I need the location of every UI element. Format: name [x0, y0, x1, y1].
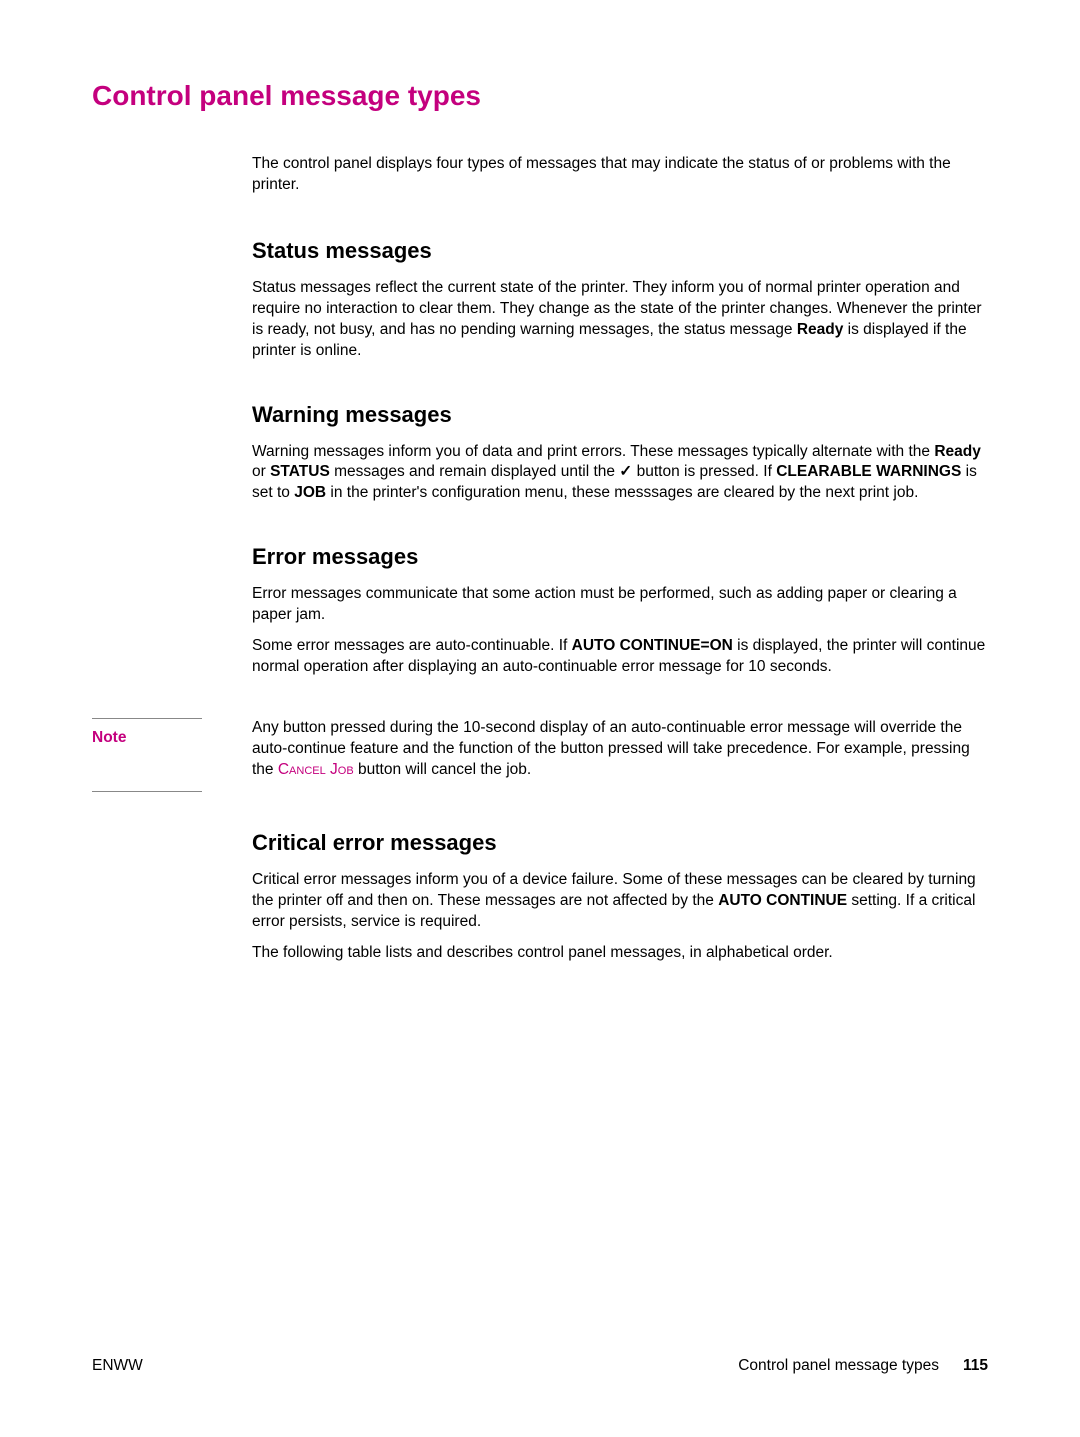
status-messages-heading: Status messages	[252, 238, 988, 264]
warning-text-ready: Ready	[934, 443, 981, 460]
status-messages-body: Status messages reflect the current stat…	[252, 278, 988, 362]
error-text-autocontinue: AUTO CONTINUE=ON	[572, 637, 733, 654]
footer-section-name: Control panel message types	[738, 1357, 939, 1375]
warning-text-e: messages and remain displayed until the	[330, 463, 620, 480]
footer-left: ENWW	[92, 1357, 143, 1375]
page-title: Control panel message types	[92, 80, 988, 112]
note-label-column: Note	[92, 718, 252, 792]
note-label: Note	[92, 718, 202, 792]
warning-text-g: button is pressed. If	[632, 463, 776, 480]
status-text-ready: Ready	[797, 321, 844, 338]
error-text-p2a: Some error messages are auto-continuable…	[252, 637, 572, 654]
critical-text-p2: The following table lists and describes …	[252, 943, 988, 964]
check-icon: ✓	[619, 462, 632, 483]
critical-content-area: Critical error messages Critical error m…	[252, 830, 988, 964]
warning-text-job: JOB	[294, 484, 326, 501]
error-messages-heading: Error messages	[252, 544, 988, 570]
critical-error-heading: Critical error messages	[252, 830, 988, 856]
page-number: 115	[963, 1357, 988, 1375]
warning-text-k: in the printer's configuration menu, the…	[326, 484, 918, 501]
page-footer: ENWW Control panel message types 115	[92, 1357, 988, 1375]
note-text-c: button will cancel the job.	[354, 761, 532, 778]
warning-text-clearable: CLEARABLE WARNINGS	[776, 463, 961, 480]
warning-text-status: STATUS	[270, 463, 330, 480]
content-area: The control panel displays four types of…	[252, 154, 988, 678]
footer-right: Control panel message types 115	[738, 1357, 988, 1375]
error-text-p1: Error messages communicate that some act…	[252, 584, 988, 626]
cancel-job-text: Cancel Job	[278, 761, 354, 778]
warning-text-a: Warning messages inform you of data and …	[252, 443, 934, 460]
note-row: Note Any button pressed during the 10-se…	[92, 718, 988, 792]
critical-text-autocontinue: AUTO CONTINUE	[718, 892, 847, 909]
warning-messages-body: Warning messages inform you of data and …	[252, 442, 988, 505]
critical-error-body: Critical error messages inform you of a …	[252, 870, 988, 964]
note-body: Any button pressed during the 10-second …	[252, 718, 988, 792]
error-messages-body: Error messages communicate that some act…	[252, 584, 988, 678]
warning-messages-heading: Warning messages	[252, 402, 988, 428]
warning-text-c: or	[252, 463, 270, 480]
intro-paragraph: The control panel displays four types of…	[252, 154, 988, 196]
